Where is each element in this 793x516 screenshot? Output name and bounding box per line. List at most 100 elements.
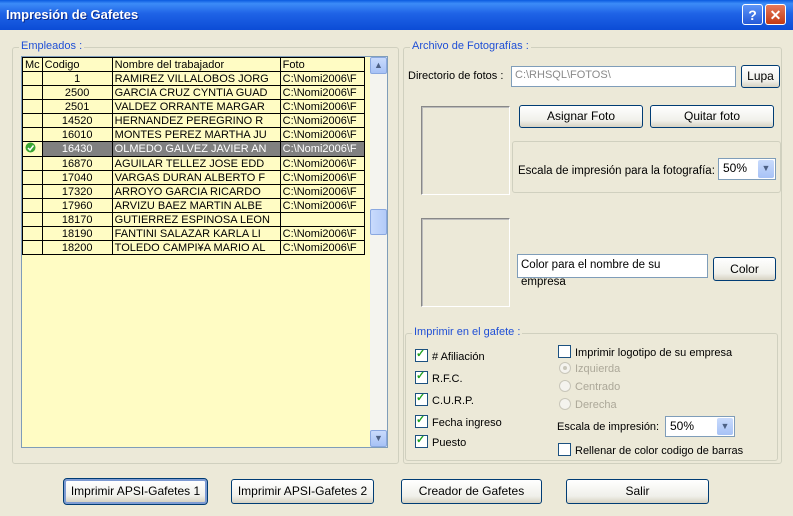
codigo-cell[interactable]: 16010 [41,127,113,142]
mc-cell[interactable] [22,141,43,157]
imprimir-gafetes-2-button[interactable]: Imprimir APSI-Gafetes 2 [231,479,374,504]
nombre-cell[interactable]: MONTES PEREZ MARTHA JU [111,127,281,142]
scroll-up-icon[interactable]: ▲ [370,57,387,74]
logotipo-checkbox[interactable]: Imprimir logotipo de su empresa [558,345,732,359]
rfc-checkbox[interactable]: R.F.C. [415,369,463,385]
mc-cell[interactable] [22,170,43,185]
derecha-radio[interactable]: Derecha [559,398,617,412]
table-row[interactable]: 16430 OLMEDO GALVEZ JAVIER AN C:\Nomi2006\… [22,141,365,157]
table-row[interactable]: 16010 MONTES PEREZ MARTHA JU C:\Nomi2006\F [22,127,365,142]
centrado-radio[interactable]: Centrado [559,380,620,394]
izquierda-radio[interactable]: Izquierda [559,362,620,376]
foto-cell[interactable]: C:\Nomi2006\F [279,71,365,86]
codigo-cell[interactable]: 17320 [41,184,113,199]
foto-cell[interactable]: C:\Nomi2006\F [279,141,365,157]
chevron-down-icon[interactable]: ▼ [758,160,774,178]
codigo-cell[interactable]: 2500 [41,85,113,100]
nombre-cell[interactable]: TOLEDO CAMPI¥A MARIO AL [111,240,281,255]
table-row[interactable]: 16870 AGUILAR TELLEZ JOSE EDD C:\Nomi2006\… [22,156,365,171]
foto-cell[interactable]: C:\Nomi2006\F [279,184,365,199]
quitar-foto-button[interactable]: Quitar foto [650,105,774,128]
rellenar-checkbox[interactable]: Rellenar de color codigo de barras [558,443,743,457]
nombre-cell[interactable]: GARCIA CRUZ CYNTIA GUAD [111,85,281,100]
table-row[interactable]: 18170 GUTIERREZ ESPINOSA LEON [22,212,365,227]
codigo-cell[interactable]: 1 [41,71,113,86]
codigo-cell[interactable]: 14520 [41,113,113,128]
mc-cell[interactable] [22,156,43,171]
mc-cell[interactable] [22,184,43,199]
nombre-cell[interactable]: RAMIREZ VILLALOBOS JORG [111,71,281,86]
codigo-cell[interactable]: 16870 [41,156,113,171]
codigo-cell[interactable]: 17040 [41,170,113,185]
codigo-cell[interactable]: 18190 [41,226,113,241]
foto-cell[interactable]: C:\Nomi2006\F [279,198,365,213]
table-row[interactable]: 18190 FANTINI SALAZAR KARLA LI C:\Nomi2006… [22,226,365,241]
foto-cell[interactable]: C:\Nomi2006\F [279,127,365,142]
table-row[interactable]: 14520 HERNANDEZ PEREGRINO R C:\Nomi2006\F [22,113,365,128]
table-row[interactable]: 17320 ARROYO GARCIA RICARDO C:\Nomi2006\F [22,184,365,199]
col-nombre[interactable]: Nombre del trabajador [111,57,281,72]
grid-scrollbar[interactable]: ▲ ▼ [370,57,387,447]
asignar-foto-button[interactable]: Asignar Foto [519,105,643,128]
nombre-cell[interactable]: HERNANDEZ PEREGRINO R [111,113,281,128]
mc-cell[interactable] [22,240,43,255]
col-mc[interactable]: Mc [22,57,43,72]
help-button[interactable]: ? [742,4,763,25]
lupa-button[interactable]: Lupa [741,65,780,88]
escala-foto-select[interactable]: 50% ▼ [718,158,776,180]
close-button[interactable]: ✕ [765,4,786,25]
foto-cell[interactable]: C:\Nomi2006\F [279,113,365,128]
nombre-cell[interactable]: FANTINI SALAZAR KARLA LI [111,226,281,241]
mc-cell[interactable] [22,127,43,142]
nombre-cell[interactable]: OLMEDO GALVEZ JAVIER AN [111,141,281,157]
color-empresa-field[interactable]: Color para el nombre de su empresa [517,254,708,288]
foto-cell[interactable]: C:\Nomi2006\F [279,99,365,114]
nombre-cell[interactable]: AGUILAR TELLEZ JOSE EDD [111,156,281,171]
codigo-cell[interactable]: 18170 [41,212,113,227]
mc-cell[interactable] [22,198,43,213]
puesto-checkbox[interactable]: Puesto [415,433,466,449]
salir-button[interactable]: Salir [566,479,709,504]
chevron-down-icon[interactable]: ▼ [717,418,733,435]
scroll-down-icon[interactable]: ▼ [370,430,387,447]
foto-cell[interactable]: C:\Nomi2006\F [279,226,365,241]
curp-checkbox[interactable]: C.U.R.P. [415,391,474,407]
col-foto[interactable]: Foto [279,57,365,72]
mc-cell[interactable] [22,212,43,227]
foto-cell[interactable]: C:\Nomi2006\F [279,240,365,255]
fecha-ingreso-checkbox[interactable]: Fecha ingreso [415,413,502,429]
table-row[interactable]: 17040 VARGAS DURAN ALBERTO F C:\Nomi2006\F [22,170,365,185]
nombre-cell[interactable]: GUTIERREZ ESPINOSA LEON [111,212,281,227]
table-row[interactable]: 2500 GARCIA CRUZ CYNTIA GUAD C:\Nomi2006\F [22,85,365,100]
nombre-cell[interactable]: ARVIZU BAEZ MARTIN ALBE [111,198,281,213]
mc-cell[interactable] [22,71,43,86]
foto-cell[interactable]: C:\Nomi2006\F [279,85,365,100]
mc-cell[interactable] [22,226,43,241]
nombre-cell[interactable]: ARROYO GARCIA RICARDO [111,184,281,199]
mc-cell[interactable] [22,113,43,128]
codigo-cell[interactable]: 2501 [41,99,113,114]
nombre-cell[interactable]: VARGAS DURAN ALBERTO F [111,170,281,185]
creador-gafetes-button[interactable]: Creador de Gafetes [401,479,542,504]
codigo-cell[interactable]: 16430 [41,141,113,157]
table-row[interactable]: 18200 TOLEDO CAMPI¥A MARIO AL C:\Nomi2006\… [22,240,365,255]
escala-impresion-select[interactable]: 50% ▼ [665,416,735,437]
table-row[interactable]: 2501 VALDEZ ORRANTE MARGAR C:\Nomi2006\F [22,99,365,114]
foto-cell[interactable] [279,212,365,227]
mc-cell[interactable] [22,85,43,100]
imprimir-gafetes-1-button[interactable]: Imprimir APSI-Gafetes 1 [63,478,208,505]
foto-cell[interactable]: C:\Nomi2006\F [279,170,365,185]
scroll-thumb[interactable] [370,209,387,235]
col-codigo[interactable]: Codigo [41,57,113,72]
employees-grid[interactable]: Mc Codigo Nombre del trabajador Foto 1 RA… [21,56,388,448]
codigo-cell[interactable]: 17960 [41,198,113,213]
foto-cell[interactable]: C:\Nomi2006\F [279,156,365,171]
codigo-cell[interactable]: 18200 [41,240,113,255]
table-row[interactable]: 1 RAMIREZ VILLALOBOS JORG C:\Nomi2006\F [22,71,365,86]
afiliacion-checkbox[interactable]: # Afiliación [415,347,485,363]
table-row[interactable]: 17960 ARVIZU BAEZ MARTIN ALBE C:\Nomi2006\… [22,198,365,213]
nombre-cell[interactable]: VALDEZ ORRANTE MARGAR [111,99,281,114]
color-button[interactable]: Color [713,257,776,281]
mc-cell[interactable] [22,99,43,114]
dir-field[interactable]: C:\RHSQL\FOTOS\ [511,66,736,87]
